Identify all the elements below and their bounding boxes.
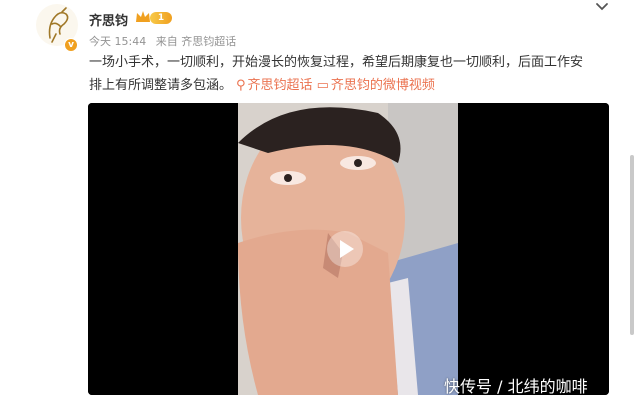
video-link[interactable]: ▭ 齐思钧的微博视频 [317, 78, 435, 93]
post-text-line-2: 排上有所调整请多包涵。 ⚲ 齐思钧超话 ▭ 齐思钧的微博视频 [89, 74, 629, 97]
watermark: 快传号 / 北纬的咖啡 [444, 377, 588, 396]
post-meta: 今天 15:44 来自 齐思钧超话 [89, 33, 242, 49]
video-link-label: 齐思钧的微博视频 [330, 78, 435, 93]
location-pin-icon: ⚲ [236, 78, 246, 93]
post-time[interactable]: 今天 15:44 [89, 35, 146, 48]
post-text: 一场小手术，一切顺利，开始漫长的恢复过程，希望后期康复也一切顺利，后面工作安 排… [89, 51, 629, 97]
play-icon[interactable] [325, 229, 365, 269]
supertopic-link[interactable]: ⚲ 齐思钧超话 [236, 78, 313, 93]
post-text-end: 排上有所调整请多包涵。 [89, 78, 233, 93]
user-level-badge: 1 [150, 12, 172, 24]
supertopic-link-label: 齐思钧超话 [247, 78, 313, 93]
video-icon: ▭ [316, 78, 329, 93]
author-name[interactable]: 齐思钧 [89, 10, 128, 29]
chevron-down-icon[interactable] [594, 0, 610, 14]
post-source[interactable]: 来自 齐思钧超话 [156, 35, 237, 48]
crown-icon [136, 11, 150, 22]
scrollbar[interactable] [630, 155, 634, 335]
post-text-line: 一场小手术，一切顺利，开始漫长的恢复过程，希望后期康复也一切顺利，后面工作安 [89, 55, 584, 70]
verified-badge: v [64, 38, 78, 52]
